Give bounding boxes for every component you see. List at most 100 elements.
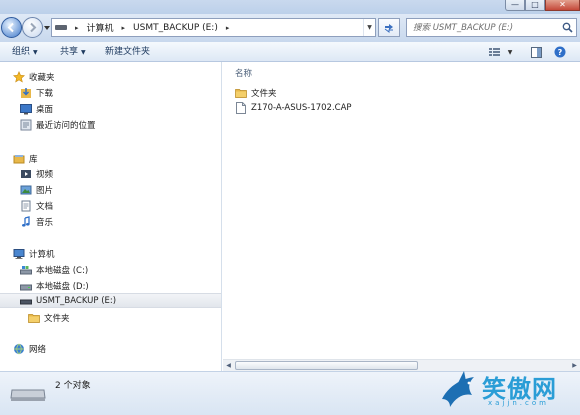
nav-libraries-label: 库	[29, 154, 38, 165]
help-icon: ?	[554, 46, 566, 58]
details-pane: 2 个对象 笑傲网 xajjn.com	[0, 371, 580, 415]
nav-drive-d[interactable]: 本地磁盘 (D:)	[20, 278, 89, 293]
nav-drive-c[interactable]: 本地磁盘 (C:)	[20, 262, 88, 277]
back-button[interactable]	[1, 17, 22, 38]
nav-desktop-label: 桌面	[36, 104, 54, 115]
organize-menu-button[interactable]: 组织 ▼	[12, 45, 38, 59]
file-name: Z170-A-ASUS-1702.CAP	[251, 102, 352, 113]
share-menu-button[interactable]: 共享 ▼	[60, 45, 86, 59]
preview-pane-button[interactable]	[529, 44, 543, 60]
breadcrumb-end-chevron-icon[interactable]: ▸	[221, 19, 235, 36]
navigation-pane: 收藏夹 下载 桌面 最近访问的位置 库 视频 图片 文档 音乐 计算机 本地磁盘…	[0, 62, 222, 371]
pictures-icon	[20, 184, 32, 196]
nav-videos[interactable]: 视频	[20, 166, 53, 181]
nav-computer[interactable]: 计算机	[13, 246, 55, 261]
search-icon[interactable]	[562, 22, 573, 33]
documents-icon	[20, 200, 32, 212]
hard-drive-icon	[20, 280, 32, 292]
nav-pictures-label: 图片	[36, 185, 54, 196]
refresh-button[interactable]	[378, 18, 400, 37]
nav-documents[interactable]: 文档	[20, 198, 53, 213]
folder-icon	[28, 312, 40, 324]
drive-icon	[10, 389, 46, 401]
nav-recent-places-label: 最近访问的位置	[36, 120, 96, 131]
nav-downloads[interactable]: 下载	[20, 85, 53, 100]
chevron-down-icon: ▼	[81, 49, 86, 56]
file-icon	[235, 101, 247, 114]
file-list-item[interactable]: Z170-A-ASUS-1702.CAP	[235, 100, 352, 115]
watermark-logo: 笑傲网 xajjn.com	[438, 369, 576, 413]
nav-recent-places[interactable]: 最近访问的位置	[20, 117, 96, 132]
nav-pictures[interactable]: 图片	[20, 182, 53, 197]
file-list: 名称 文件夹 Z170-A-ASUS-1702.CAP	[223, 62, 580, 359]
file-list-item[interactable]: 文件夹	[235, 85, 277, 100]
chevron-down-icon: ▼	[33, 49, 38, 56]
help-button[interactable]: ?	[553, 44, 567, 60]
nav-documents-label: 文档	[36, 201, 54, 212]
address-history-dropdown-icon[interactable]: ▼	[363, 19, 375, 36]
close-button[interactable]: ✕	[545, 0, 580, 11]
nav-desktop[interactable]: 桌面	[20, 101, 53, 116]
libraries-icon	[13, 153, 25, 165]
change-view-button[interactable]	[487, 44, 501, 60]
nav-drive-c-label: 本地磁盘 (C:)	[36, 265, 89, 276]
new-folder-button[interactable]: 新建文件夹	[105, 45, 150, 59]
star-icon	[13, 70, 25, 83]
forward-arrow-icon	[30, 22, 37, 33]
nav-network[interactable]: 网络	[13, 341, 46, 356]
nav-videos-label: 视频	[36, 169, 54, 180]
column-header-name[interactable]: 名称	[235, 67, 252, 79]
address-bar[interactable]: ▸ 计算机 ▸ USMT_BACKUP (E:) ▸ ▼	[51, 18, 376, 37]
command-toolbar: 组织 ▼ 共享 ▼ 新建文件夹 ▼ ?	[0, 42, 580, 62]
minimize-button[interactable]: —	[505, 0, 525, 11]
breadcrumb-chevron-icon[interactable]: ▸	[117, 19, 131, 36]
nav-favorites[interactable]: 收藏夹	[13, 69, 55, 84]
search-input[interactable]	[413, 22, 558, 33]
computer-icon	[13, 248, 25, 260]
breadcrumb-drive-e[interactable]: USMT_BACKUP (E:)	[130, 19, 221, 36]
scrollbar-thumb[interactable]	[235, 361, 418, 370]
forward-button[interactable]	[22, 17, 43, 38]
nav-drive-d-label: 本地磁盘 (D:)	[36, 281, 89, 292]
search-box	[406, 18, 577, 37]
system-drive-icon	[20, 264, 32, 276]
address-drive-icon	[52, 19, 70, 36]
nav-music-label: 音乐	[36, 217, 54, 228]
nav-favorites-label: 收藏夹	[29, 72, 55, 83]
view-list-icon	[488, 48, 500, 56]
file-name: 文件夹	[251, 88, 277, 99]
removable-drive-icon	[20, 295, 32, 307]
maximize-button[interactable]: □	[525, 0, 545, 11]
folder-icon	[235, 86, 247, 99]
recent-places-icon	[20, 119, 32, 131]
network-icon	[13, 343, 25, 355]
watermark-url: xajjn.com	[488, 399, 549, 407]
item-count: 2 个对象	[55, 381, 91, 391]
recent-pages-dropdown-icon[interactable]	[43, 24, 51, 32]
view-options-chevron-icon[interactable]: ▼	[506, 44, 514, 60]
scroll-left-icon[interactable]: ◀	[223, 360, 234, 371]
video-icon	[20, 168, 32, 180]
nav-music[interactable]: 音乐	[20, 214, 53, 229]
svg-text:?: ?	[558, 48, 563, 57]
nav-folder[interactable]: 文件夹	[28, 310, 70, 325]
refresh-icon	[384, 23, 393, 33]
nav-drive-e[interactable]: USMT_BACKUP (E:)	[0, 293, 221, 308]
breadcrumb-computer[interactable]: 计算机	[84, 19, 117, 36]
preview-pane-icon	[530, 46, 542, 58]
music-icon	[20, 215, 32, 228]
desktop-icon	[20, 103, 32, 115]
nav-drive-e-label: USMT_BACKUP (E:)	[36, 295, 117, 306]
address-root-chevron-icon[interactable]: ▸	[70, 19, 84, 36]
share-label: 共享	[60, 47, 79, 57]
downloads-icon	[20, 87, 32, 99]
organize-label: 组织	[12, 47, 31, 57]
title-bar: — □ ✕	[0, 0, 580, 14]
nav-network-label: 网络	[29, 344, 47, 355]
nav-libraries[interactable]: 库	[13, 151, 38, 166]
back-arrow-icon	[7, 22, 14, 33]
nav-downloads-label: 下载	[36, 88, 54, 99]
nav-computer-label: 计算机	[29, 249, 55, 260]
shark-logo-icon	[442, 371, 474, 407]
nav-folder-label: 文件夹	[44, 313, 70, 324]
